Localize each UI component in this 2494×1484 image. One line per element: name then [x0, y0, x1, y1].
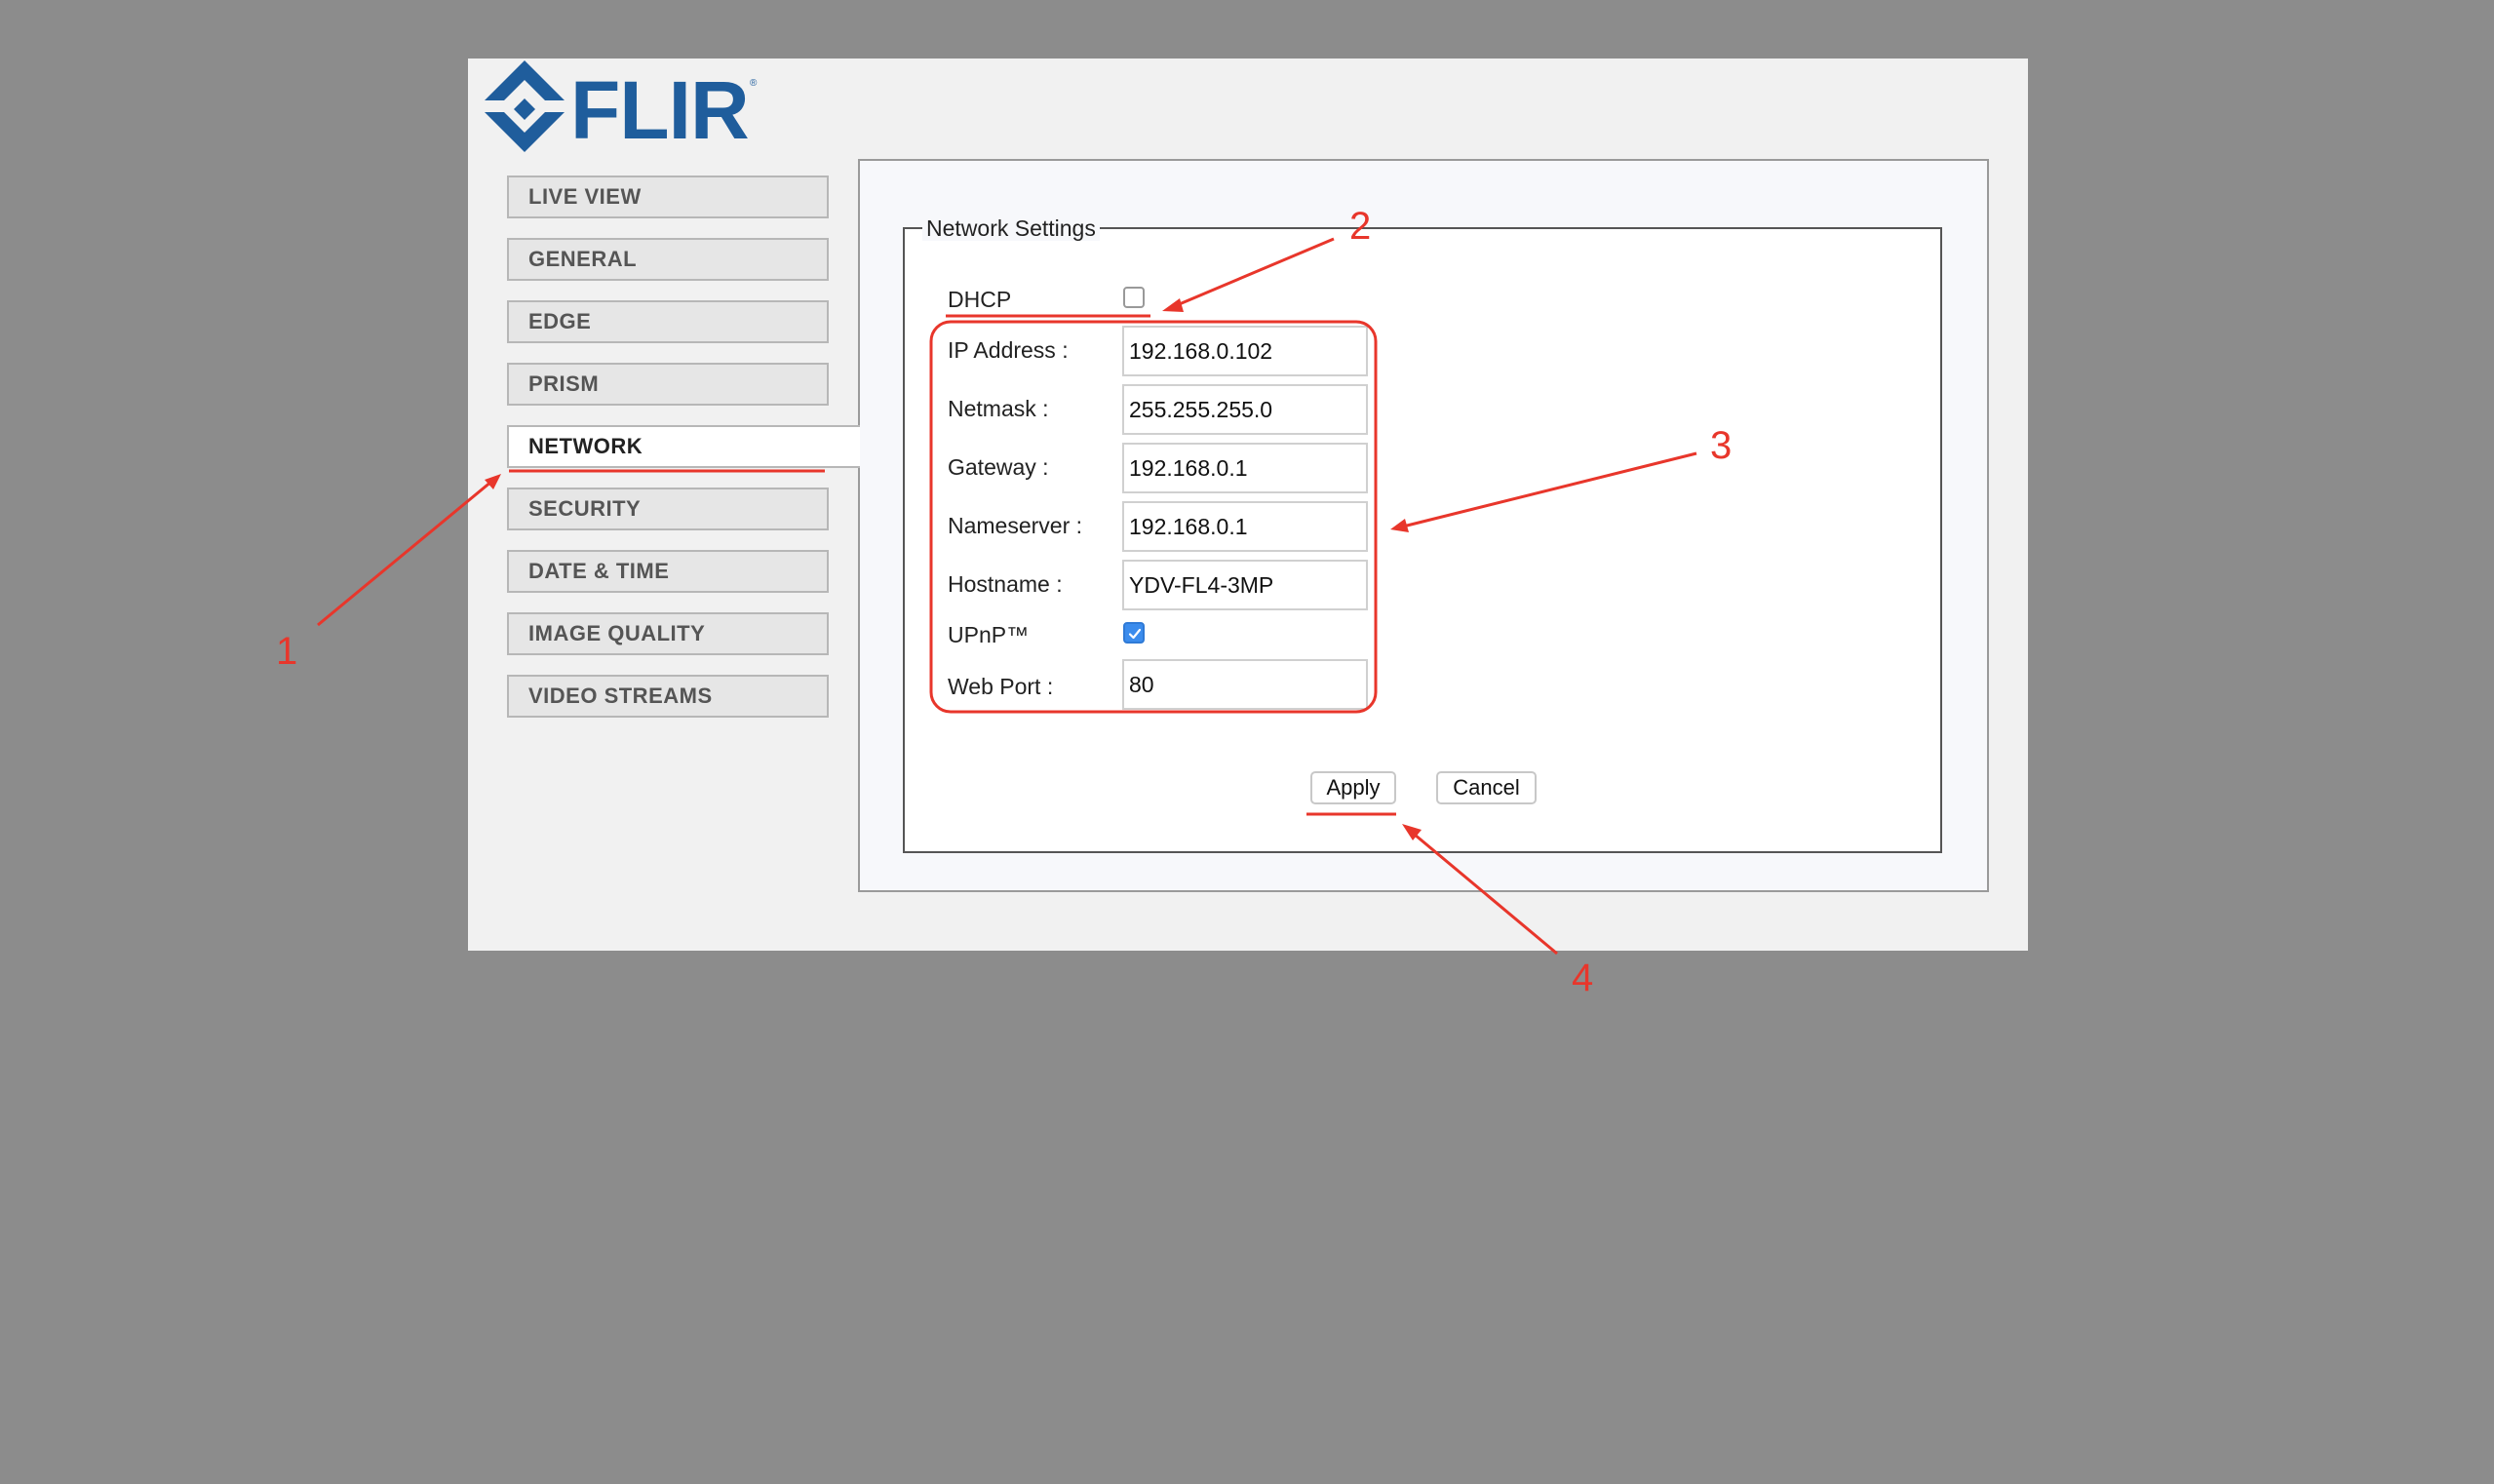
nameserver-label: Nameserver : — [948, 513, 1083, 538]
flir-diamond-icon — [485, 60, 565, 152]
nameserver-input[interactable] — [1122, 501, 1368, 552]
sidebar-item-live-view[interactable]: LIVE VIEW — [507, 176, 829, 218]
hostname-label: Hostname : — [948, 571, 1063, 597]
netmask-input[interactable] — [1122, 384, 1368, 435]
cancel-button[interactable]: Cancel — [1436, 771, 1537, 804]
ip-address-input[interactable] — [1122, 326, 1368, 376]
network-settings-fieldset — [903, 227, 1942, 853]
callout-4: 4 — [1572, 957, 1594, 999]
gateway-label: Gateway : — [948, 454, 1049, 480]
sidebar-item-network[interactable]: NETWORK — [507, 425, 860, 468]
sidebar-item-image-quality[interactable]: IMAGE QUALITY — [507, 612, 829, 655]
web-port-label: Web Port : — [948, 674, 1054, 699]
web-port-input[interactable] — [1122, 659, 1368, 710]
sidebar-item-prism[interactable]: PRISM — [507, 363, 829, 406]
ip-address-label: IP Address : — [948, 337, 1069, 363]
sidebar-item-edge[interactable]: EDGE — [507, 300, 829, 343]
callout-2: 2 — [1349, 205, 1372, 248]
logo-wordmark: FLIR — [570, 64, 750, 156]
network-settings-legend: Network Settings — [922, 215, 1100, 241]
dhcp-label: DHCP — [948, 287, 1012, 312]
upnp-checkbox[interactable] — [1123, 622, 1145, 644]
upnp-label: UPnP™ — [948, 622, 1030, 647]
sidebar-item-date-time[interactable]: DATE & TIME — [507, 550, 829, 593]
gateway-input[interactable] — [1122, 443, 1368, 493]
registered-mark: ® — [750, 78, 758, 89]
apply-button[interactable]: Apply — [1310, 771, 1396, 804]
screen: FLIR ® LIVE VIEW GENERAL EDGE PRISM NETW… — [0, 0, 2494, 1484]
netmask-label: Netmask : — [948, 396, 1049, 421]
callout-1: 1 — [276, 630, 298, 673]
checkmark-icon — [1128, 628, 1142, 640]
dhcp-checkbox[interactable] — [1123, 287, 1145, 308]
sidebar-item-security[interactable]: SECURITY — [507, 488, 829, 530]
callout-3: 3 — [1710, 424, 1733, 467]
flir-logo: FLIR ® — [485, 60, 777, 163]
sidebar-item-video-streams[interactable]: VIDEO STREAMS — [507, 675, 829, 718]
hostname-input[interactable] — [1122, 560, 1368, 610]
sidebar-item-general[interactable]: GENERAL — [507, 238, 829, 281]
